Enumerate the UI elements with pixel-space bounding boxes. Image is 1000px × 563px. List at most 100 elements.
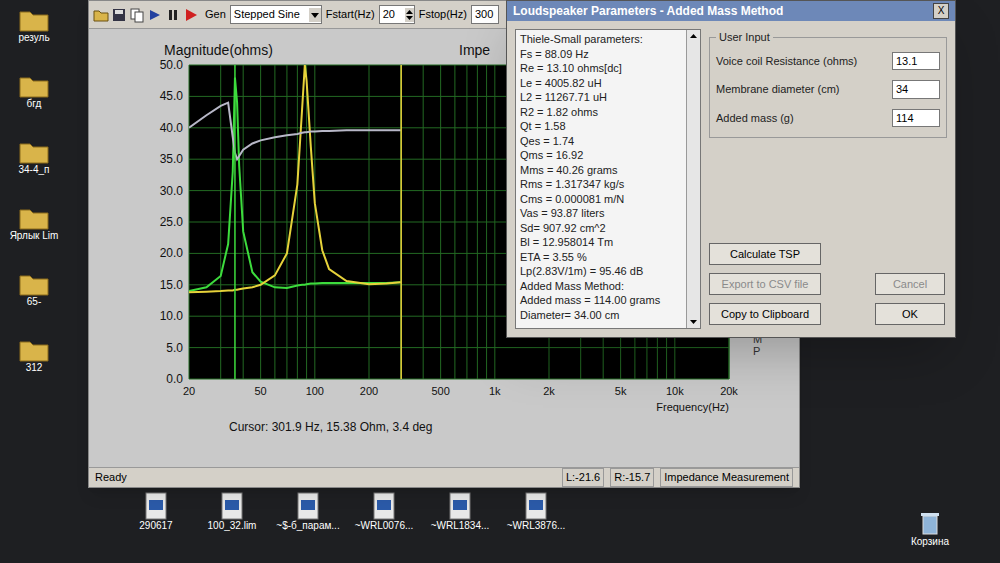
fstop-input[interactable]: 300 — [471, 5, 499, 24]
svg-text:40.0: 40.0 — [160, 121, 184, 135]
desktop-file[interactable]: 290617 — [120, 492, 192, 532]
cursor-line[interactable] — [234, 65, 236, 379]
result-line: Cms = 0.000081 m/N — [520, 192, 682, 207]
status-left: L:-21.6 — [562, 468, 604, 487]
dialog-button[interactable]: Cancel — [875, 273, 945, 295]
svg-text:10.0: 10.0 — [160, 309, 184, 323]
folder-icon — [19, 74, 49, 98]
copy-icon[interactable] — [129, 7, 145, 23]
desktop-icon[interactable]: 34-4_п — [4, 140, 64, 176]
input-label: Voice coil Resistance (ohms) — [716, 53, 857, 70]
svg-text:Impe: Impe — [459, 42, 490, 58]
gen-select[interactable]: Stepped Sine — [230, 5, 322, 24]
svg-text:50: 50 — [255, 385, 267, 397]
desktop-file[interactable]: 100_32.lim — [196, 492, 268, 532]
result-line: Le = 4005.82 uH — [520, 76, 682, 91]
input-row: Voice coil Resistance (ohms) 13.1 — [716, 52, 940, 71]
svg-text:0.0: 0.0 — [166, 372, 183, 386]
svg-text:20k: 20k — [720, 385, 738, 397]
fstart-input[interactable]: 20 — [379, 5, 415, 24]
result-line: Lp(2.83V/1m) = 95.46 dB — [520, 264, 682, 279]
open-icon[interactable] — [93, 7, 109, 23]
marker-icon[interactable] — [147, 7, 163, 23]
impedance-series — [189, 78, 401, 292]
folder-icon — [19, 338, 49, 362]
result-line: Re = 13.10 ohms[dc] — [520, 61, 682, 76]
folder-icon — [19, 206, 49, 230]
gen-label: Gen — [203, 6, 226, 23]
svg-text:Magnitude(ohms): Magnitude(ohms) — [164, 42, 273, 58]
svg-text:Frequency(Hz): Frequency(Hz) — [656, 401, 729, 413]
dialog-button[interactable]: Calculate TSP — [709, 243, 821, 265]
recycle-bin-icon — [918, 510, 942, 536]
scrollbar[interactable] — [686, 30, 700, 328]
result-line: Added mass = 114.00 grams — [520, 293, 682, 308]
desktop-icon[interactable]: резуль — [4, 8, 64, 44]
play-icon[interactable] — [183, 7, 199, 23]
results-box[interactable]: Thiele-Small parameters:Fs = 88.09 HzRe … — [515, 29, 701, 329]
file-icon — [295, 492, 321, 520]
svg-text:25.0: 25.0 — [160, 215, 184, 229]
desktop-file[interactable]: ~WRL3876... — [500, 492, 572, 532]
pause-icon[interactable] — [165, 7, 181, 23]
result-line: L2 = 11267.71 uH — [520, 90, 682, 105]
input-label: Membrane diameter (cm) — [716, 81, 839, 98]
result-line: Thiele-Small parameters: — [520, 32, 682, 47]
recycle-bin[interactable]: Корзина — [900, 510, 960, 548]
svg-text:200: 200 — [360, 385, 378, 397]
scroll-down-icon[interactable] — [687, 315, 700, 328]
svg-text:5.0: 5.0 — [166, 341, 183, 355]
result-line: Qes = 1.74 — [520, 134, 682, 149]
desktop-icon[interactable]: бгд — [4, 74, 64, 110]
status-mode: Impedance Measurement — [660, 468, 793, 487]
fstop-label: Fstop(Hz) — [419, 6, 467, 23]
result-line: Vas = 93.87 liters — [520, 206, 682, 221]
file-icon — [143, 492, 169, 520]
cursor-line[interactable] — [400, 65, 401, 379]
file-icon — [523, 492, 549, 520]
tsp-dialog: Loudspeaker Parameters - Added Mass Meth… — [506, 0, 956, 338]
file-icon — [371, 492, 397, 520]
result-line: Mms = 40.26 grams — [520, 163, 682, 178]
input-row: Membrane diameter (cm) 34 — [716, 80, 940, 99]
result-line: Added Mass Method: — [520, 279, 682, 294]
input-row: Added mass (g)114 — [716, 109, 940, 128]
desktop-icon[interactable]: Ярлык Lim — [4, 206, 64, 242]
save-icon[interactable] — [111, 7, 127, 23]
status-right: R:-15.7 — [610, 468, 654, 487]
desktop-icon-column: резуль бгд 34-4_п Ярлык Lim 65- 312 — [0, 0, 84, 488]
scroll-up-icon[interactable] — [687, 30, 700, 43]
svg-text:10k: 10k — [666, 385, 684, 397]
result-line: Qt = 1.58 — [520, 119, 682, 134]
file-icon — [447, 492, 473, 520]
impedance-series — [189, 103, 401, 160]
svg-text:15.0: 15.0 — [160, 278, 184, 292]
result-line: Rms = 1.317347 kg/s — [520, 177, 682, 192]
svg-text:45.0: 45.0 — [160, 89, 184, 103]
dialog-title-bar: Loudspeaker Parameters - Added Mass Meth… — [507, 1, 955, 21]
status-text: Ready — [95, 469, 127, 486]
svg-text:20.0: 20.0 — [160, 246, 184, 260]
impedance-series — [189, 65, 401, 292]
svg-text:20: 20 — [183, 385, 195, 397]
desktop-file[interactable]: ~WRL1834... — [424, 492, 496, 532]
folder-icon — [19, 8, 49, 32]
close-button[interactable]: X — [933, 3, 949, 19]
desktop-file[interactable]: ~$-б_парам... — [272, 492, 344, 532]
input-field[interactable]: 34 — [892, 80, 940, 99]
input-field[interactable]: 114 — [892, 109, 940, 128]
svg-text:2k: 2k — [543, 385, 555, 397]
dialog-button[interactable]: Export to CSV file — [709, 273, 821, 295]
spinner-icon[interactable] — [405, 8, 414, 22]
svg-text:50.0: 50.0 — [160, 58, 184, 72]
result-line: Qms = 16.92 — [520, 148, 682, 163]
desktop-file[interactable]: ~WRL0076... — [348, 492, 420, 532]
result-line: Sd= 907.92 cm^2 — [520, 221, 682, 236]
dialog-button[interactable]: OK — [875, 303, 945, 325]
dialog-button[interactable]: Copy to Clipboard — [709, 303, 821, 325]
input-field[interactable]: 13.1 — [892, 52, 940, 71]
desktop: резуль бгд 34-4_п Ярлык Lim 65- 312 290617100_… — [0, 0, 1000, 563]
result-line: R2 = 1.82 ohms — [520, 105, 682, 120]
desktop-icon[interactable]: 312 — [4, 338, 64, 374]
desktop-icon[interactable]: 65- — [4, 272, 64, 308]
